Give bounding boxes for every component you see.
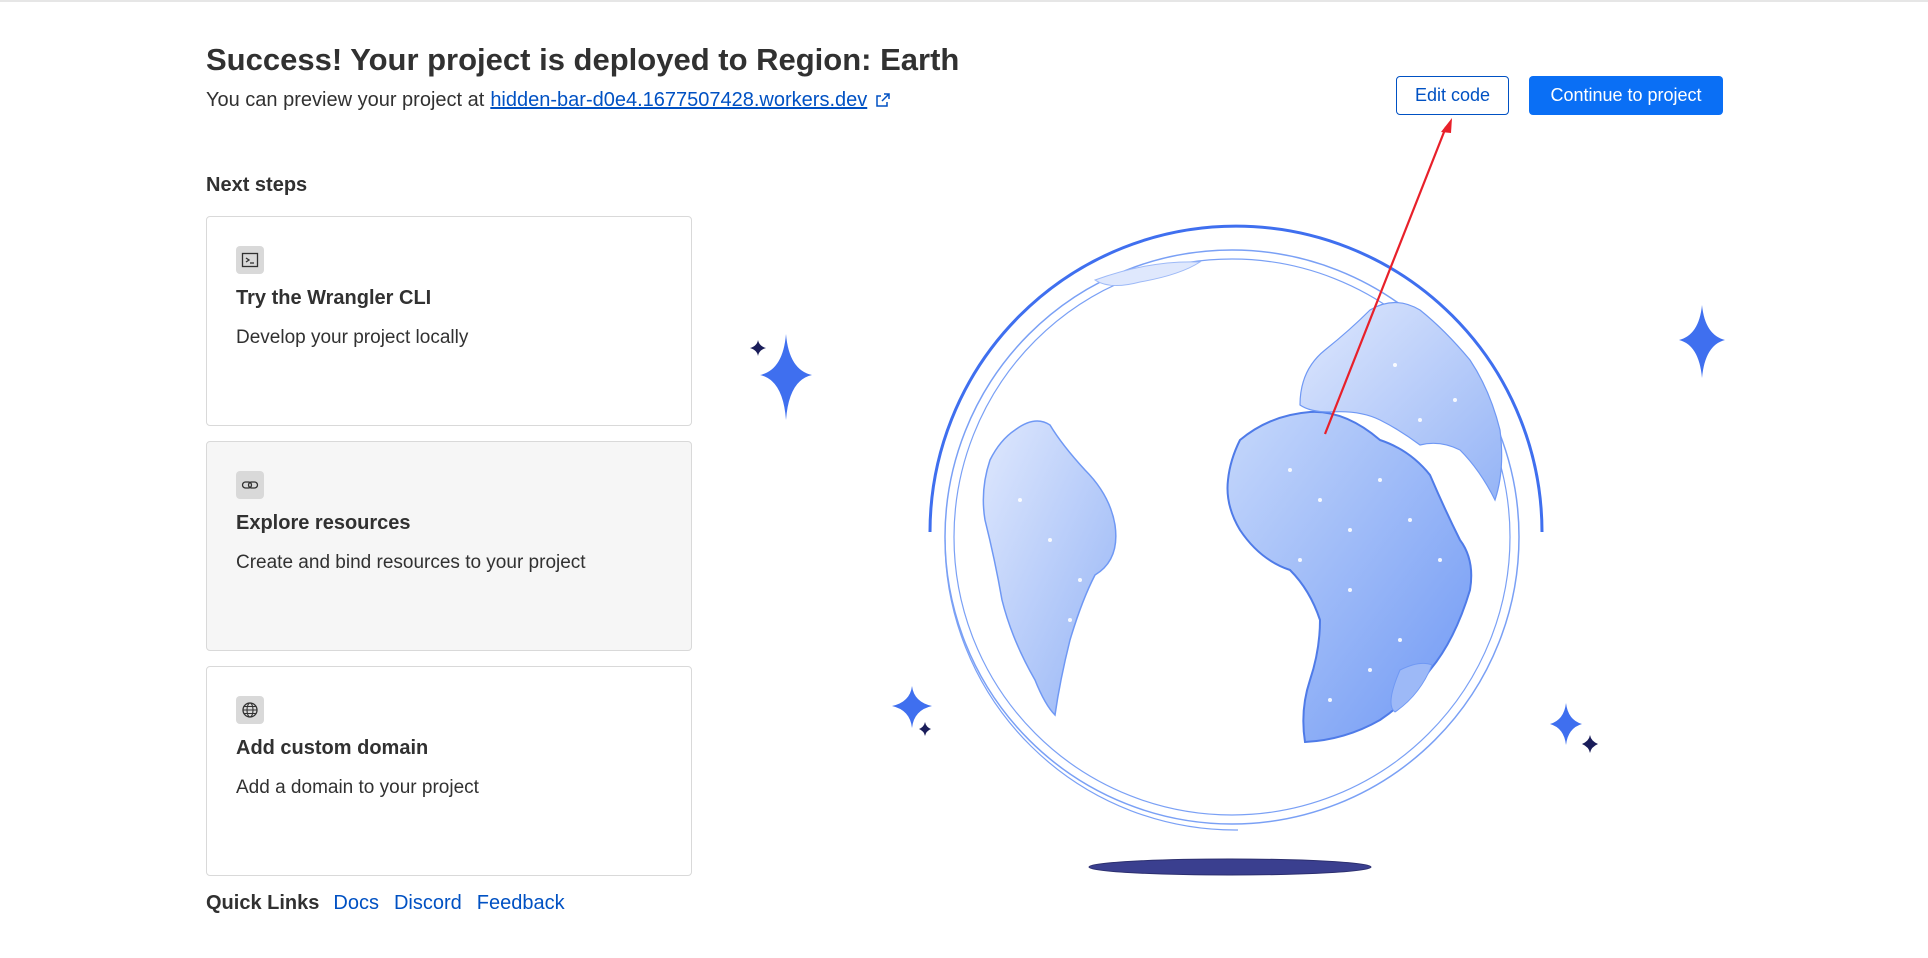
globe-shadow [1088, 858, 1372, 876]
earth-illustration [750, 118, 1725, 876]
africa-shape [1226, 410, 1473, 744]
sparkle-icons [750, 305, 1725, 753]
south-america-shape [982, 420, 1117, 717]
